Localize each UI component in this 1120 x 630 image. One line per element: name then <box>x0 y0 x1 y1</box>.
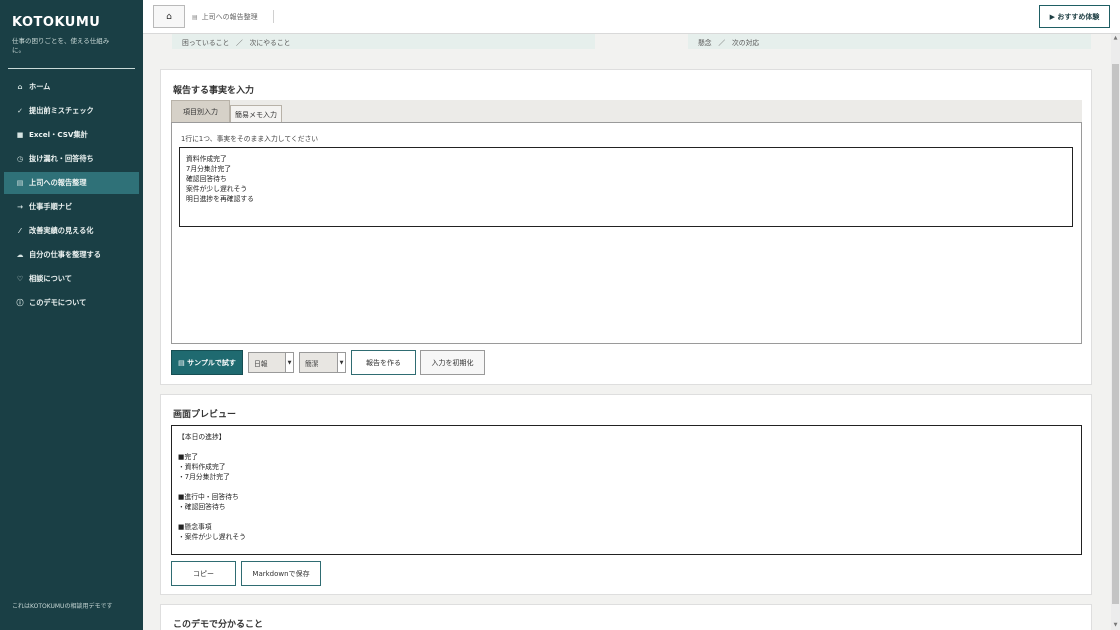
pen-icon: ⁄ <box>19 227 21 235</box>
sidebar-item-pending[interactable]: ◷ 抜け漏れ・回答待ち <box>4 148 139 170</box>
recommended-trial-button[interactable]: ▶ おすすめ体験 <box>1039 5 1110 28</box>
preview-line <box>178 442 1075 452</box>
fact-line: 資料作成完了 <box>186 155 227 163</box>
demo-learnings-card: このデモで分かること <box>160 604 1092 630</box>
preview-line: ・資料作成完了 <box>178 463 226 471</box>
sidebar-item-label: 自分の仕事を整理する <box>29 250 101 259</box>
brand-tagline: 仕事の困りごとを、使える仕組みに。 <box>12 37 110 54</box>
sidebar-footer-note: これはKOTOKUMUの相談用デモです <box>12 603 113 610</box>
report-preview: 【本日の進捗】 ■完了 ・資料作成完了 ・7月分集計完了 ■進行中・回答待ち ・… <box>171 425 1082 555</box>
check-icon: ✓ <box>17 107 23 115</box>
top-bar: ⌂ ▤ 上司への報告整理 ▶ おすすめ体験 <box>143 0 1120 34</box>
document-icon: ▤ <box>192 13 198 21</box>
fact-line: 7月分集計完了 <box>186 165 232 173</box>
example-strip-right: 懸念 ／ 次の対応 <box>688 34 1091 49</box>
preview-title: 画面プレビュー <box>173 410 237 420</box>
breadcrumb-divider <box>273 10 274 23</box>
copy-button[interactable]: コピー <box>171 561 236 586</box>
table-icon: ■ <box>16 131 24 139</box>
report-period-select[interactable]: 日報 ▼ <box>248 352 294 373</box>
info-icon: ⓘ <box>16 299 24 307</box>
preview-line: ■完了 <box>178 453 199 461</box>
preview-line: 【本日の進捗】 <box>178 433 226 441</box>
clock-icon: ◷ <box>16 155 24 163</box>
example-strip-left: 困っていること ／ 次にやること <box>172 34 595 49</box>
sidebar-item-label: 抜け漏れ・回答待ち <box>29 154 94 163</box>
sidebar-item-label: 上司への報告整理 <box>29 178 87 187</box>
sidebar-item-label: 改善実績の見える化 <box>29 226 94 235</box>
tab-quick-memo-input[interactable]: 簡易メモ入力 <box>230 105 282 123</box>
sidebar-item-label: 相談について <box>29 274 72 283</box>
fact-line: 案件が少し遅れそう <box>186 185 248 193</box>
sidebar-item-label: Excel・CSV集計 <box>29 130 88 139</box>
sidebar-item-label: 提出前ミスチェック <box>29 106 94 115</box>
sidebar-item-label: 仕事手順ナビ <box>29 202 73 211</box>
page-scrollbar[interactable]: ▲ ▼ <box>1111 34 1120 630</box>
preview-card: 画面プレビュー 【本日の進捗】 ■完了 ・資料作成完了 ・7月分集計完了 ■進行… <box>160 394 1092 595</box>
fact-input-card: 報告する事実を入力 項目別入力 簡易メモ入力 1行に1つ、事実をそのまま入力して… <box>160 69 1092 385</box>
demo-learnings-title: このデモで分かること <box>173 620 264 630</box>
sidebar-item-home[interactable]: ⌂ ホーム <box>4 76 139 98</box>
report-period-value: 日報 <box>254 359 268 368</box>
tab-itemized-input[interactable]: 項目別入力 <box>171 100 230 123</box>
sidebar-item-label: このデモについて <box>29 298 87 307</box>
preview-line <box>178 512 1075 522</box>
reset-input-button[interactable]: 入力を初期化 <box>420 350 485 375</box>
sidebar-item-about-demo[interactable]: ⓘ このデモについて <box>4 292 139 314</box>
preview-line: ■懸念事項 <box>178 523 212 531</box>
sidebar-item-excel-csv[interactable]: ■ Excel・CSV集計 <box>4 124 139 146</box>
facts-textarea[interactable]: 資料作成完了 7月分集計完了 確認回答待ち 案件が少し遅れそう 明日進捗を再確認… <box>179 147 1073 227</box>
home-button[interactable]: ⌂ <box>153 5 185 28</box>
breadcrumb: ▤ 上司への報告整理 <box>192 12 258 22</box>
sidebar-item-procedure[interactable]: → 仕事手順ナビ <box>4 196 139 218</box>
chevron-down-icon: ▼ <box>285 353 293 372</box>
preview-line: ・案件が少し遅れそう <box>178 533 246 541</box>
create-report-button[interactable]: 報告を作る <box>351 350 416 375</box>
preview-line: ・7月分集計完了 <box>178 473 230 481</box>
cloud-icon: ☁ <box>16 251 24 259</box>
home-icon: ⌂ <box>166 11 172 22</box>
breadcrumb-current: 上司への報告整理 <box>201 13 258 21</box>
heart-icon: ♡ <box>16 275 24 283</box>
fact-line: 確認回答待ち <box>186 175 227 183</box>
sidebar-item-organize[interactable]: ☁ 自分の仕事を整理する <box>4 244 139 266</box>
brand-logo[interactable]: KOTOKUMU <box>12 15 100 30</box>
sidebar-item-consult[interactable]: ♡ 相談について <box>4 268 139 290</box>
preview-line <box>178 482 1075 492</box>
preview-line: ■進行中・回答待ち <box>178 493 239 501</box>
sidebar-item-improvement[interactable]: ⁄ 改善実績の見える化 <box>4 220 139 242</box>
scroll-down-icon[interactable]: ▼ <box>1111 621 1120 630</box>
preview-line: ・確認回答待ち <box>178 503 226 511</box>
input-instruction: 1行に1つ、事実をそのまま入力してください <box>181 135 319 143</box>
sidebar-divider <box>8 68 135 69</box>
fact-line: 明日進捗を再確認する <box>186 195 254 203</box>
sidebar-item-report[interactable]: ▤ 上司への報告整理 <box>4 172 139 194</box>
fact-input-title: 報告する事実を入力 <box>173 86 255 96</box>
scroll-thumb[interactable] <box>1112 64 1119 604</box>
input-mode-tabs: 項目別入力 簡易メモ入力 <box>171 100 1082 123</box>
report-style-select[interactable]: 簡潔 ▼ <box>299 352 346 373</box>
save-markdown-button[interactable]: Markdownで保存 <box>241 561 321 586</box>
chevron-down-icon: ▼ <box>337 353 345 372</box>
sidebar: KOTOKUMU 仕事の困りごとを、使える仕組みに。 ⌂ ホーム ✓ 提出前ミス… <box>0 0 143 630</box>
report-style-value: 簡潔 <box>305 359 319 368</box>
sidebar-nav: ⌂ ホーム ✓ 提出前ミスチェック ■ Excel・CSV集計 ◷ 抜け漏れ・回… <box>4 76 139 316</box>
try-sample-button[interactable]: ▤ サンプルで試す <box>171 350 243 375</box>
arrow-right-icon: → <box>17 203 23 211</box>
home-icon: ⌂ <box>17 83 23 91</box>
sidebar-item-label: ホーム <box>29 82 51 91</box>
itemized-input-panel: 1行に1つ、事実をそのまま入力してください 資料作成完了 7月分集計完了 確認回… <box>171 122 1082 344</box>
sidebar-item-precheck[interactable]: ✓ 提出前ミスチェック <box>4 100 139 122</box>
document-icon: ▤ <box>16 179 24 187</box>
scroll-up-icon[interactable]: ▲ <box>1111 34 1120 43</box>
